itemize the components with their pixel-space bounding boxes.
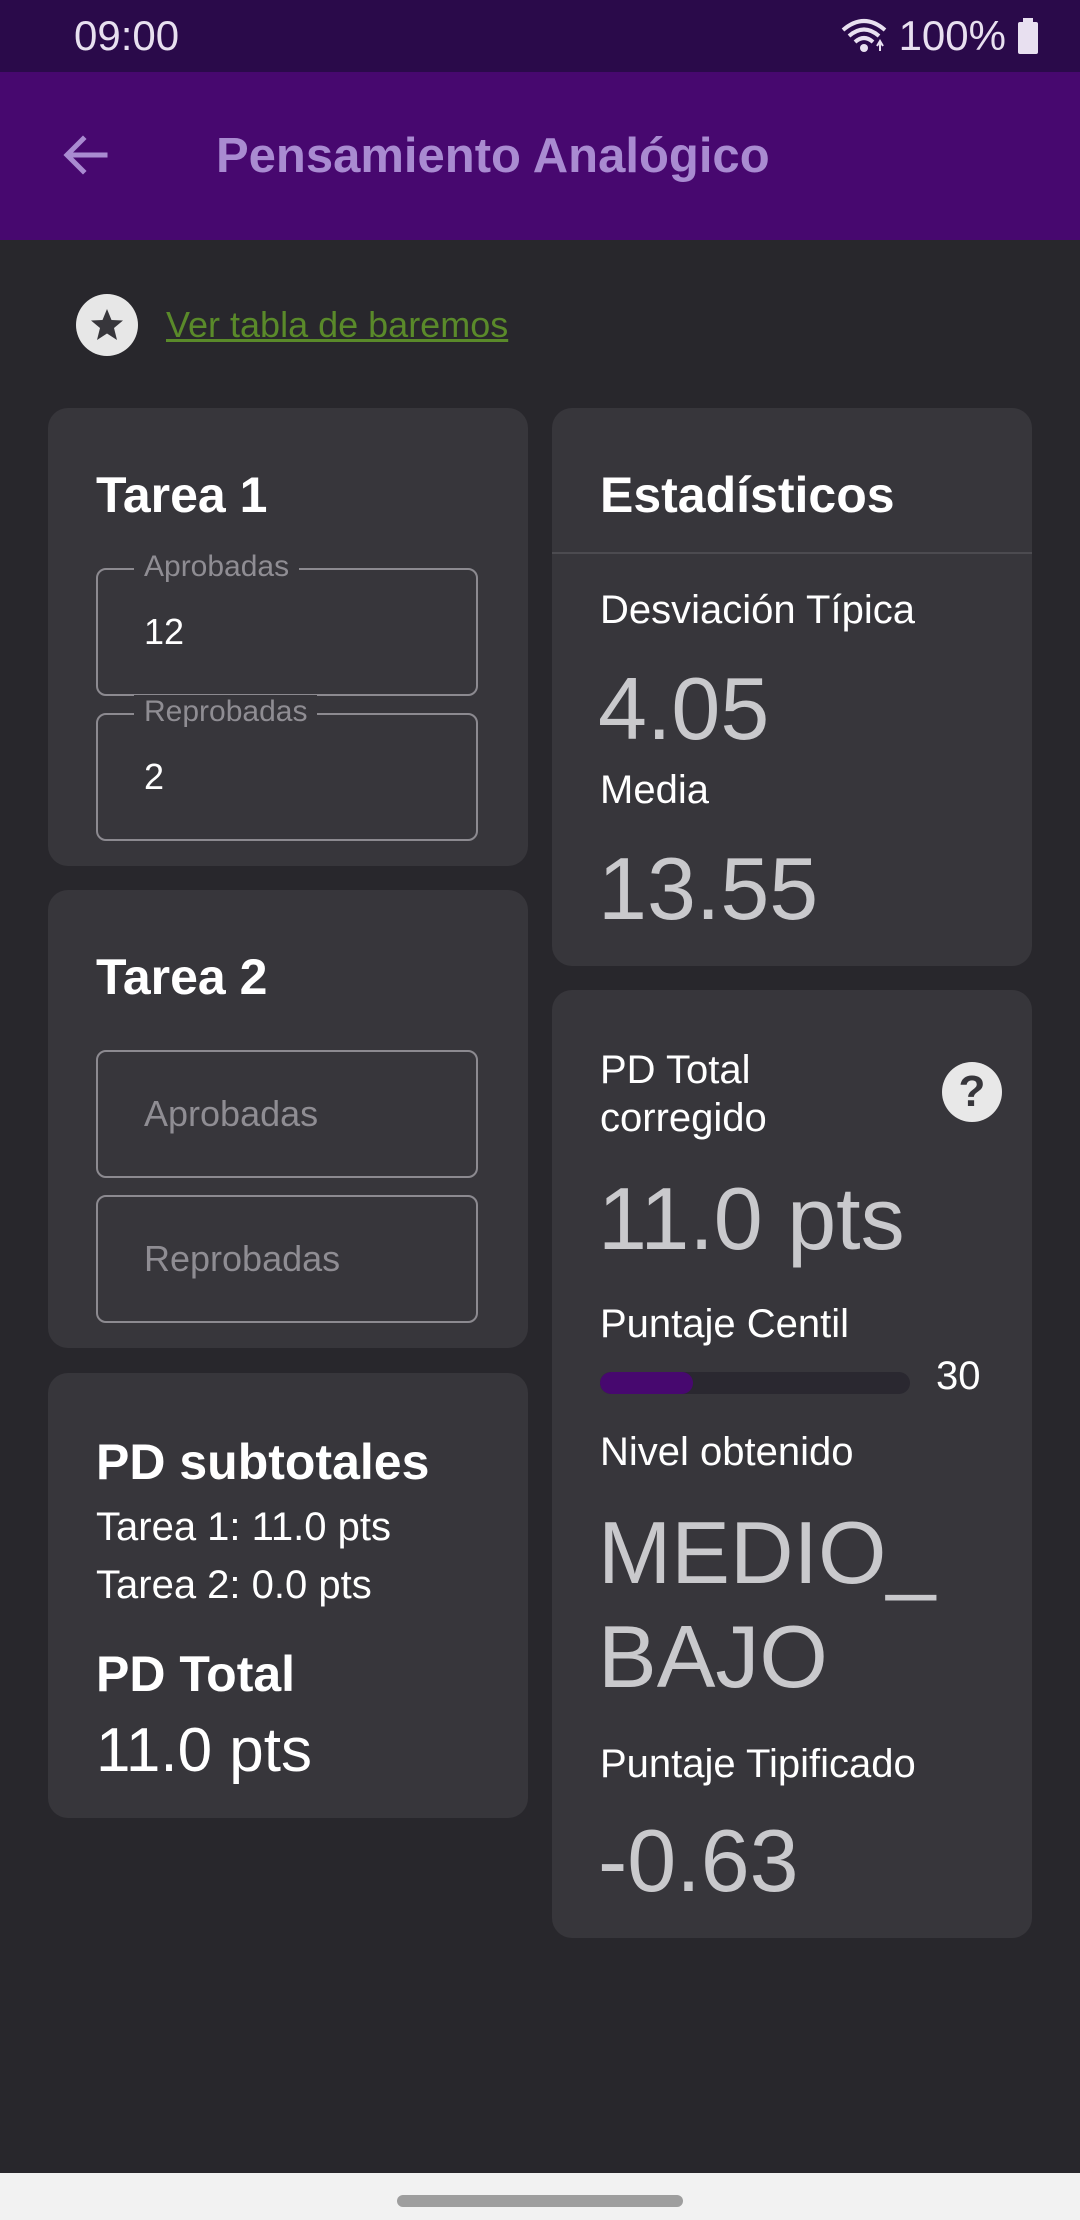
help-icon[interactable]: ? <box>942 1062 1002 1122</box>
status-icons: 100% <box>839 12 1040 60</box>
reprobadas-value: 2 <box>144 756 165 797</box>
estadisticos-title: Estadísticos <box>600 467 895 523</box>
pd-total-title: PD Total <box>96 1646 296 1702</box>
app-bar: Pensamiento Analógico <box>0 72 1080 240</box>
subtotales-card: PD subtotales Tarea 1: 11.0 pts Tarea 2:… <box>48 1373 528 1818</box>
status-time: 09:00 <box>74 12 180 59</box>
back-button[interactable] <box>50 122 120 192</box>
tarea1-reprobadas-field[interactable]: Reprobadas 2 <box>96 695 478 841</box>
tipificado-label: Puntaje Tipificado <box>600 1742 916 1786</box>
tarea2-title: Tarea 2 <box>96 949 268 1005</box>
baremos-row: Ver tabla de baremos <box>76 294 508 356</box>
subtotales-title: PD subtotales <box>96 1434 430 1490</box>
battery-icon <box>1016 16 1040 56</box>
media-label: Media <box>600 768 709 812</box>
tarea1-aprobadas-field[interactable]: Aprobadas 12 <box>96 550 478 696</box>
home-handle[interactable] <box>397 2195 683 2207</box>
status-bar: 09:00 100% <box>0 0 1080 72</box>
tarea1-card: Tarea 1 Aprobadas 12 Reprobadas 2 <box>48 408 528 866</box>
centil-value: 30 <box>936 1354 981 1398</box>
pd-total-corregido-value: 11.0 pts <box>598 1169 905 1268</box>
nivel-label: Nivel obtenido <box>600 1430 854 1474</box>
estadisticos-divider <box>552 552 1032 554</box>
navigation-bar <box>0 2173 1080 2220</box>
tarea1-title: Tarea 1 <box>96 467 268 523</box>
desviacion-value: 4.05 <box>598 659 770 758</box>
tarea2-card: Tarea 2 Aprobadas Reprobadas <box>48 890 528 1348</box>
nivel-value-line1: MEDIO_ <box>598 1503 936 1602</box>
subtotal-tarea1: Tarea 1: 11.0 pts <box>96 1505 391 1549</box>
centil-progress-bar <box>600 1372 910 1394</box>
baremos-link[interactable]: Ver tabla de baremos <box>166 304 508 346</box>
aprobadas-value: 12 <box>144 611 185 652</box>
tipificado-value: -0.63 <box>598 1811 799 1910</box>
pd-total-corregido-label: PD Total corregido <box>600 1048 767 1140</box>
desviacion-label: Desviación Típica <box>600 588 915 632</box>
star-circle-icon[interactable] <box>76 294 138 356</box>
tarea2-reprobadas-field[interactable]: Reprobadas <box>96 1195 478 1323</box>
arrow-back-icon <box>57 127 113 188</box>
resultados-card: PD Total corregido ? 11.0 pts Puntaje Ce… <box>552 990 1032 1938</box>
page-title: Pensamiento Analógico <box>216 129 770 183</box>
nivel-value-line2: BAJO <box>598 1607 828 1706</box>
subtotal-tarea2: Tarea 2: 0.0 pts <box>96 1563 372 1607</box>
aprobadas-placeholder: Aprobadas <box>144 1093 319 1134</box>
battery-level: 100% <box>898 12 1006 59</box>
pd-total-value: 11.0 pts <box>96 1716 313 1785</box>
centil-progress-fill <box>600 1372 693 1394</box>
reprobadas-placeholder: Reprobadas <box>144 1238 341 1279</box>
estadisticos-card: Estadísticos Desviación Típica 4.05 Medi… <box>552 408 1032 966</box>
centil-label: Puntaje Centil <box>600 1302 850 1346</box>
tarea2-aprobadas-field[interactable]: Aprobadas <box>96 1050 478 1178</box>
wifi-icon <box>839 16 889 56</box>
media-value: 13.55 <box>598 839 819 938</box>
